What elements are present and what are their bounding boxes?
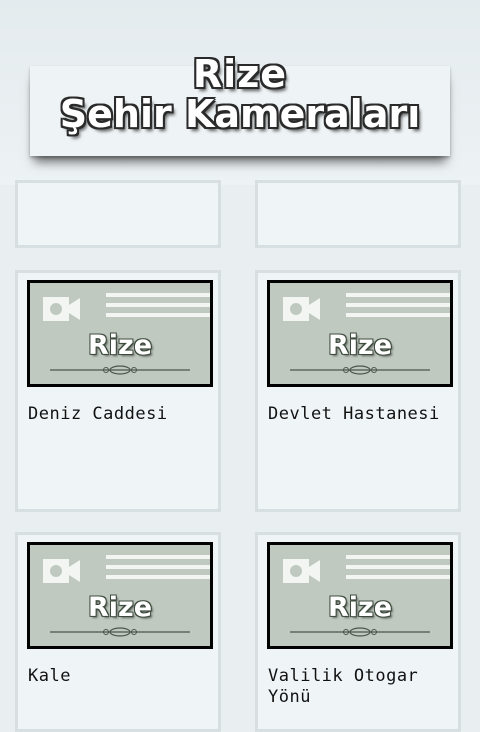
camera-card[interactable]: Rize Valilik Otogar Yönü: [255, 532, 461, 732]
video-camera-icon: [43, 559, 80, 583]
thumbnail-label: Rize: [87, 330, 153, 361]
video-camera-icon: [283, 559, 320, 583]
camera-thumbnail[interactable]: Rize: [27, 280, 213, 387]
ornament-divider: [290, 365, 430, 375]
app-header: Rize Şehir Kameraları: [0, 0, 480, 185]
camera-card[interactable]: [15, 180, 221, 248]
decorative-lines: [346, 555, 450, 585]
ornament-divider: [290, 627, 430, 637]
thumbnail-label: Rize: [327, 592, 393, 623]
camera-thumbnail[interactable]: Rize: [267, 542, 453, 649]
camera-card[interactable]: [255, 180, 461, 248]
decorative-lines: [346, 293, 450, 323]
video-camera-icon: [283, 297, 320, 321]
camera-name: Deniz Caddesi: [28, 404, 168, 424]
camera-card[interactable]: Rize Devlet Hastanesi: [255, 270, 461, 512]
decorative-lines: [106, 293, 210, 323]
camera-name: Devlet Hastanesi: [268, 404, 440, 424]
camera-thumbnail[interactable]: Rize: [267, 280, 453, 387]
app-title-line-2: Şehir Kameraları: [59, 92, 421, 136]
camera-card[interactable]: Rize Kale: [15, 532, 221, 732]
ornament-divider: [50, 365, 190, 375]
camera-card[interactable]: Rize Deniz Caddesi: [15, 270, 221, 512]
thumbnail-label: Rize: [327, 330, 393, 361]
camera-name: Kale: [28, 666, 71, 686]
video-camera-icon: [43, 297, 80, 321]
ornament-divider: [50, 627, 190, 637]
camera-name: Valilik Otogar Yönü: [268, 666, 419, 707]
decorative-lines: [106, 555, 210, 585]
camera-thumbnail[interactable]: Rize: [27, 542, 213, 649]
app-title-line-1: Rize: [192, 52, 288, 96]
thumbnail-label: Rize: [87, 592, 153, 623]
